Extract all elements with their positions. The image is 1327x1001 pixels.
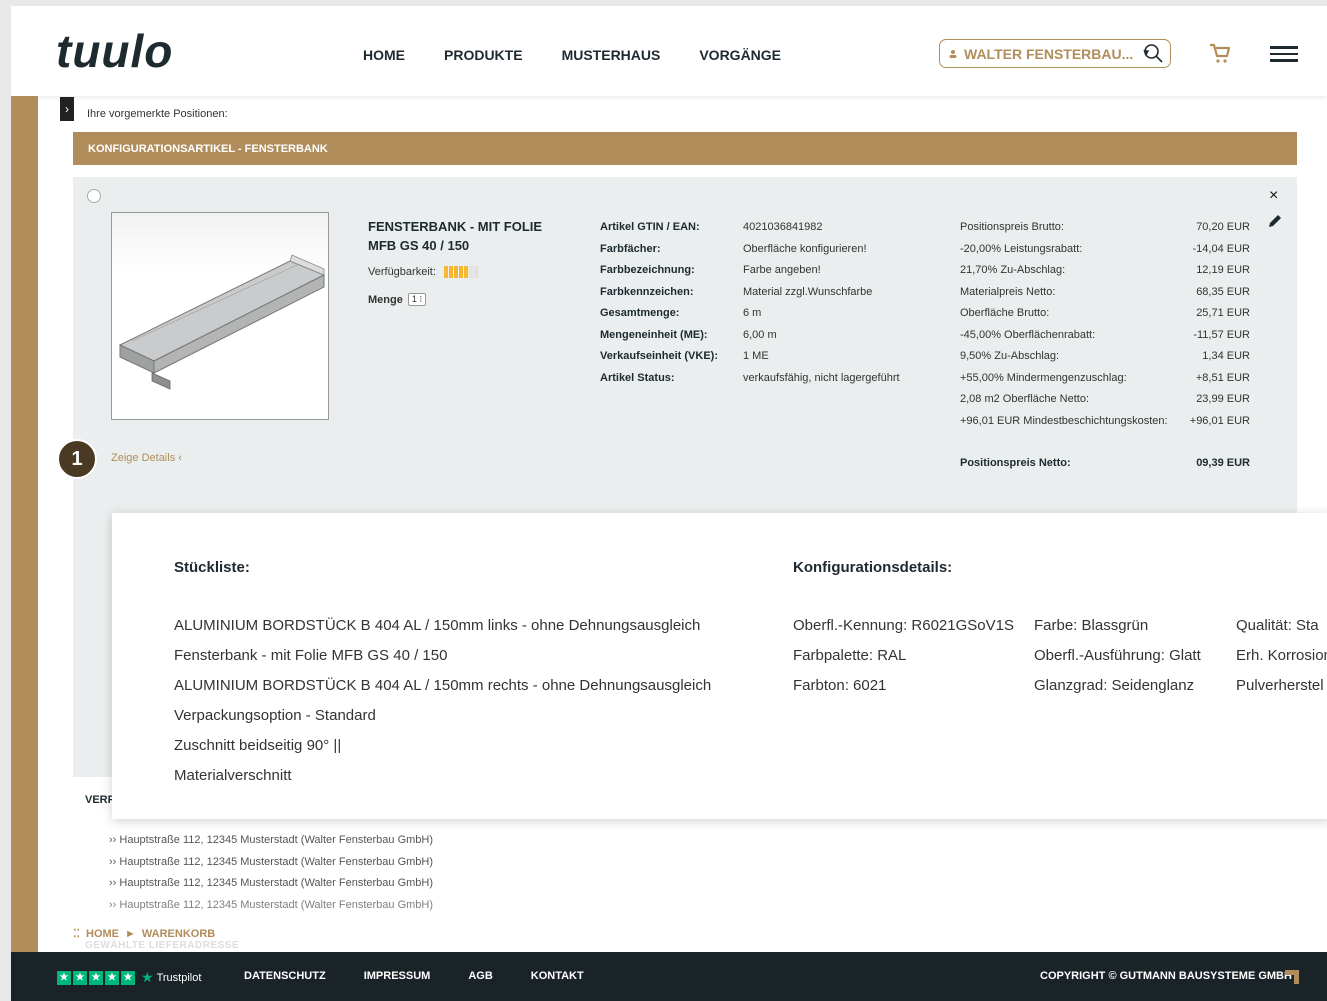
intro-text: Ihre vorgemerkte Positionen:	[87, 108, 228, 120]
attr-row: Verkaufseinheit (VKE): 1 ME	[600, 350, 769, 362]
list-item: Materialverschnitt	[174, 767, 292, 784]
price-row: -45,00% Oberflächenrabatt: -11,57 EUR	[960, 328, 1250, 341]
star-icon: ★	[105, 970, 119, 985]
star-icon: ★	[89, 970, 103, 985]
attr-row: Farbfächer: Oberfläche konfigurieren!	[600, 242, 867, 255]
price-row: +96,01 EUR Mindestbeschichtungskosten: +9…	[960, 414, 1250, 427]
sidebar-toggle-icon[interactable]: ›	[60, 97, 74, 121]
section-header: KONFIGURATIONSARTIKEL - FENSTERBANK	[73, 132, 1297, 165]
config-column-3: Qualität: Sta Erh. Korrosion Pulverherst…	[1236, 617, 1327, 694]
trustpilot-star-icon: ★	[141, 969, 154, 985]
logo[interactable]: tuulo	[56, 24, 173, 78]
price-breakdown: Positionspreis Brutto: 70,20 EUR -20,00% …	[960, 217, 1250, 475]
list-item: Fensterbank - mit Folie MFB GS 40 / 150	[174, 647, 448, 664]
price-row: -20,00% Leistungsrabatt: -14,04 EUR	[960, 242, 1250, 255]
list-item: ALUMINIUM BORDSTÜCK B 404 AL / 150mm lin…	[174, 617, 701, 634]
show-details-link[interactable]: Zeige Details ‹	[111, 452, 182, 464]
list-item: Zuschnitt beidseitig 90° ||	[174, 737, 342, 754]
address-item[interactable]: ›› Hauptstraße 112, 12345 Musterstadt (W…	[109, 873, 433, 895]
product-image	[111, 212, 329, 420]
address-item[interactable]: ›› Hauptstraße 112, 12345 Musterstadt (W…	[109, 895, 433, 917]
availability: Verfügbarkeit:	[368, 266, 478, 278]
stueckliste-title: Stückliste:	[174, 559, 250, 576]
list-item: Verpackungsoption - Standard	[174, 707, 376, 724]
main-nav: HOME PRODUKTE MUSTERHAUS VORGÄNGE	[363, 47, 781, 63]
price-row: Positionspreis Brutto: 70,20 EUR	[960, 221, 1250, 233]
trustpilot-widget[interactable]: ★ ★ ★ ★ ★ ★ Trustpilot	[57, 969, 201, 986]
breadcrumb-home[interactable]: HOME	[86, 928, 119, 940]
price-row: 9,50% Zu-Abschlag: 1,34 EUR	[960, 350, 1250, 362]
footer-links: DATENSCHUTZ IMPRESSUM AGB KONTAKT	[244, 970, 584, 982]
attribute-list: Artikel GTIN / EAN: 4021036841982 Farbfäc…	[600, 217, 900, 389]
grid-icon: ⁚⁚	[73, 928, 80, 940]
quantity: Menge 1 ⁝	[368, 293, 427, 306]
price-row: +55,00% Mindermengenzuschlag: +8,51 EUR	[960, 371, 1250, 384]
config-column-2: Farbe: Blassgrün Oberfl.-Ausführung: Gla…	[1034, 617, 1201, 694]
app-frame: tuulo HOME PRODUKTE MUSTERHAUS VORGÄNGE …	[11, 6, 1327, 1001]
address-list: ›› Hauptstraße 112, 12345 Musterstadt (W…	[109, 830, 433, 916]
copyright: COPYRIGHT © GUTMANN BAUSYSTEME GMBH	[1040, 970, 1292, 982]
star-icon: ★	[121, 970, 135, 985]
address-item[interactable]: ›› Hauptstraße 112, 12345 Musterstadt (W…	[109, 852, 433, 874]
nav-home[interactable]: HOME	[363, 47, 405, 63]
parts-list: ALUMINIUM BORDSTÜCK B 404 AL / 150mm lin…	[174, 611, 711, 791]
footer: ★ ★ ★ ★ ★ ★ Trustpilot DATENSCHUTZ IMPRESSUM …	[11, 952, 1327, 1001]
config-title: Konfigurationsdetails:	[793, 559, 953, 576]
price-row: Oberfläche Brutto: 25,71 EUR	[960, 307, 1250, 319]
config-column-1: Oberfl.-Kennung: R6021GSoV1S Farbpalette…	[793, 617, 1014, 694]
nav-vorgaenge[interactable]: VORGÄNGE	[699, 47, 781, 63]
attr-row: Farbkennzeichen: Material zzgl.Wunschfarb…	[600, 285, 873, 298]
brand-corner-icon	[1285, 970, 1299, 984]
faded-section-label: GEWÄHLTE LIEFERADRESSE	[85, 940, 240, 951]
nav-musterhaus[interactable]: MUSTERHAUS	[562, 47, 661, 63]
user-icon	[949, 49, 957, 58]
left-sidebar-strip	[11, 96, 38, 952]
list-item: ALUMINIUM BORDSTÜCK B 404 AL / 150mm rec…	[174, 677, 712, 694]
menu-icon[interactable]	[1270, 46, 1298, 62]
quantity-stepper[interactable]: 1 ⁝	[407, 293, 427, 306]
arrow-right-icon: ►	[125, 927, 136, 940]
top-header: tuulo HOME PRODUKTE MUSTERHAUS VORGÄNGE …	[11, 6, 1327, 96]
attr-row: Gesamtmenge: 6 m	[600, 307, 762, 319]
step-badge: 1	[57, 439, 97, 479]
total-price-row: Positionspreis Netto: 09,39 EUR	[960, 457, 1250, 469]
details-popup: Stückliste: Konfigurationsdetails: ALUMI…	[112, 513, 1327, 819]
breadcrumb: ⁚⁚ HOME ► WARENKORB	[73, 927, 215, 941]
footer-impressum[interactable]: IMPRESSUM	[364, 970, 431, 982]
product-title: FENSTERBANK - MIT FOLIE MFB GS 40 / 150	[368, 219, 543, 253]
delivery-section-label: VERF	[85, 794, 115, 806]
customer-selector[interactable]: WALTER FENSTERBAU... ▼	[939, 39, 1171, 68]
customer-name: WALTER FENSTERBAU...	[964, 45, 1134, 62]
windowsill-illustration	[118, 254, 326, 390]
attr-row: Artikel Status: verkaufsfähig, nicht lage…	[600, 371, 900, 384]
nav-produkte[interactable]: PRODUKTE	[444, 47, 523, 63]
search-icon[interactable]	[1143, 43, 1163, 63]
attr-row: Farbbezeichnung: Farbe angeben!	[600, 264, 821, 276]
footer-datenschutz[interactable]: DATENSCHUTZ	[244, 970, 326, 982]
star-icon: ★	[73, 970, 87, 985]
cart-icon[interactable]	[1209, 42, 1231, 64]
footer-kontakt[interactable]: KONTAKT	[531, 970, 584, 982]
price-row: 21,70% Zu-Abschlag: 12,19 EUR	[960, 264, 1250, 276]
price-row: 2,08 m2 Oberfläche Netto: 23,99 EUR	[960, 393, 1250, 405]
breadcrumb-warenkorb[interactable]: WARENKORB	[142, 928, 215, 940]
address-item[interactable]: ›› Hauptstraße 112, 12345 Musterstadt (W…	[109, 830, 433, 852]
edit-icon[interactable]	[1267, 213, 1283, 229]
star-icon: ★	[57, 970, 71, 985]
footer-agb[interactable]: AGB	[468, 970, 492, 982]
price-row: Materialpreis Netto: 68,35 EUR	[960, 285, 1250, 298]
select-radio[interactable]	[87, 189, 101, 203]
availability-meter	[443, 266, 478, 278]
attr-row: Artikel GTIN / EAN: 4021036841982	[600, 221, 823, 233]
close-icon[interactable]: ×	[1269, 187, 1278, 205]
attr-row: Mengeneinheit (ME): 6,00 m	[600, 328, 777, 341]
